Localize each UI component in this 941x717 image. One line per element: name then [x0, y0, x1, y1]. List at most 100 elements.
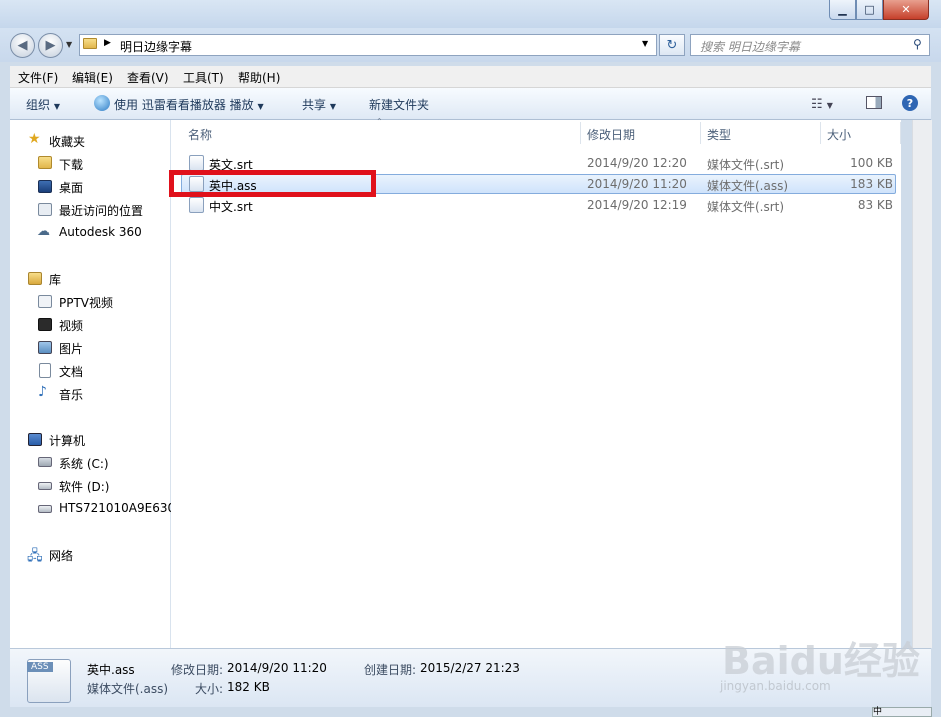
desktop-icon	[38, 180, 52, 193]
file-type: 媒体文件(.srt)	[707, 200, 785, 214]
column-divider[interactable]	[900, 122, 901, 144]
player-icon	[94, 95, 110, 111]
forward-button[interactable]: ▶	[38, 33, 63, 58]
detail-created-label: 创建日期:	[364, 663, 417, 677]
drive-icon	[38, 482, 52, 490]
organize-label: 组织	[26, 98, 51, 112]
nav-computer[interactable]: 计算机	[49, 432, 85, 449]
nav-item-music[interactable]: 音乐	[59, 386, 83, 403]
share-button[interactable]: 共享 ▼	[302, 96, 336, 113]
column-header-type[interactable]: 类型	[707, 126, 731, 143]
file-type-badge: ASS	[27, 662, 53, 672]
column-header-size[interactable]: 大小	[827, 126, 851, 143]
file-name[interactable]: 中文.srt	[209, 198, 253, 215]
nav-item-pictures[interactable]: 图片	[59, 340, 83, 357]
menu-edit[interactable]: 编辑(E)	[72, 69, 113, 86]
menu-file[interactable]: 文件(F)	[18, 69, 58, 86]
nav-item-hts-drive[interactable]: HTS721010A9E630	[59, 501, 175, 515]
detail-file-name: 英中.ass	[87, 663, 135, 677]
nav-libraries[interactable]: 库	[49, 271, 61, 288]
address-dropdown-icon[interactable]: ▼	[642, 39, 648, 48]
recent-places-icon	[38, 203, 52, 216]
nav-favorites[interactable]: 收藏夹	[49, 133, 85, 150]
help-icon[interactable]: ?	[902, 95, 918, 111]
preview-pane-icon[interactable]	[866, 96, 882, 109]
menu-view[interactable]: 查看(V)	[127, 69, 169, 86]
sort-ascending-icon: ⌃	[376, 117, 383, 126]
nav-item-autodesk[interactable]: Autodesk 360	[59, 225, 142, 239]
refresh-button[interactable]: ↻	[659, 34, 685, 56]
computer-icon	[28, 433, 42, 446]
detail-file-type: 媒体文件(.ass)	[87, 682, 169, 696]
search-icon[interactable]: ⚲	[913, 37, 922, 51]
nav-item-drive-d[interactable]: 软件 (D:)	[59, 478, 109, 495]
column-divider[interactable]	[700, 122, 701, 144]
column-divider[interactable]	[580, 122, 581, 144]
table-row[interactable]	[181, 195, 896, 215]
column-header-date[interactable]: 修改日期	[587, 126, 635, 143]
pptv-video-icon	[38, 295, 52, 308]
system-drive-icon	[38, 457, 52, 467]
breadcrumb-arrow-icon[interactable]: ▶	[104, 38, 111, 48]
file-type: 媒体文件(.ass)	[707, 179, 789, 193]
pictures-icon	[38, 341, 52, 354]
back-button[interactable]: ◀	[10, 33, 35, 58]
chevron-down-icon: ▼	[329, 102, 336, 111]
file-date: 2014/9/20 12:20	[587, 156, 687, 170]
external-drive-icon	[38, 505, 52, 513]
nav-item-drive-c[interactable]: 系统 (C:)	[59, 455, 109, 472]
star-icon: ★	[28, 131, 41, 147]
menu-help[interactable]: 帮助(H)	[238, 69, 280, 86]
detail-modified-label: 修改日期:	[171, 663, 224, 677]
column-divider[interactable]	[820, 122, 821, 144]
share-label: 共享	[302, 98, 327, 112]
file-size: 183 KB	[850, 177, 893, 191]
nav-item-desktop[interactable]: 桌面	[59, 179, 83, 196]
history-dropdown-icon[interactable]: ▼	[66, 40, 72, 49]
subtitle-file-icon	[189, 197, 204, 213]
nav-item-documents[interactable]: 文档	[59, 363, 83, 380]
language-indicator: 中	[873, 707, 883, 717]
file-date: 2014/9/20 12:19	[587, 198, 687, 212]
folder-icon	[83, 38, 97, 49]
maximize-button[interactable]: □	[856, 0, 883, 20]
documents-icon	[39, 363, 51, 378]
views-icon[interactable]: ☷ ▼	[811, 97, 833, 112]
minimize-button[interactable]: ▁	[829, 0, 856, 20]
play-with-label: 使用 迅雷看看播放器 播放	[114, 98, 254, 112]
language-bar[interactable]: 中	[872, 707, 932, 717]
file-size: 100 KB	[850, 156, 893, 170]
chevron-down-icon: ▼	[53, 102, 60, 111]
subtitle-file-icon	[189, 155, 204, 171]
file-size: 83 KB	[857, 198, 893, 212]
detail-size-value: 182 KB	[227, 680, 270, 694]
highlight-annotation	[169, 170, 376, 197]
menu-tools[interactable]: 工具(T)	[183, 69, 224, 86]
videos-icon	[38, 318, 52, 331]
play-with-button[interactable]: 使用 迅雷看看播放器 播放 ▼	[114, 96, 264, 113]
detail-size-label: 大小:	[195, 682, 224, 696]
downloads-icon	[38, 156, 52, 169]
new-folder-button[interactable]: 新建文件夹	[369, 96, 429, 113]
close-button[interactable]: ✕	[883, 0, 929, 20]
chevron-down-icon: ▼	[257, 102, 264, 111]
autodesk-360-icon: ☁	[37, 224, 50, 239]
watermark-url: jingyan.baidu.com	[720, 679, 831, 693]
nav-item-videos[interactable]: 视频	[59, 317, 83, 334]
file-type: 媒体文件(.srt)	[707, 158, 785, 172]
baidu-watermark: Baidu经验	[722, 639, 920, 683]
nav-item-downloads[interactable]: 下载	[59, 156, 83, 173]
nav-network[interactable]: 网络	[49, 547, 73, 564]
library-icon	[28, 272, 42, 285]
breadcrumb-folder[interactable]: 明日边缘字幕	[120, 38, 192, 55]
music-icon: ♪	[38, 384, 47, 400]
search-placeholder: 搜索 明日边缘字幕	[700, 40, 800, 54]
organize-button[interactable]: 组织 ▼	[26, 96, 60, 113]
nav-item-pptv[interactable]: PPTV视频	[59, 294, 113, 311]
scrollbar[interactable]	[912, 120, 932, 648]
column-header-name[interactable]: 名称	[188, 126, 212, 143]
nav-item-recent[interactable]: 最近访问的位置	[59, 202, 143, 219]
detail-modified-value: 2014/9/20 11:20	[227, 661, 327, 675]
file-date: 2014/9/20 11:20	[587, 177, 687, 191]
detail-created-value: 2015/2/27 21:23	[420, 661, 520, 675]
